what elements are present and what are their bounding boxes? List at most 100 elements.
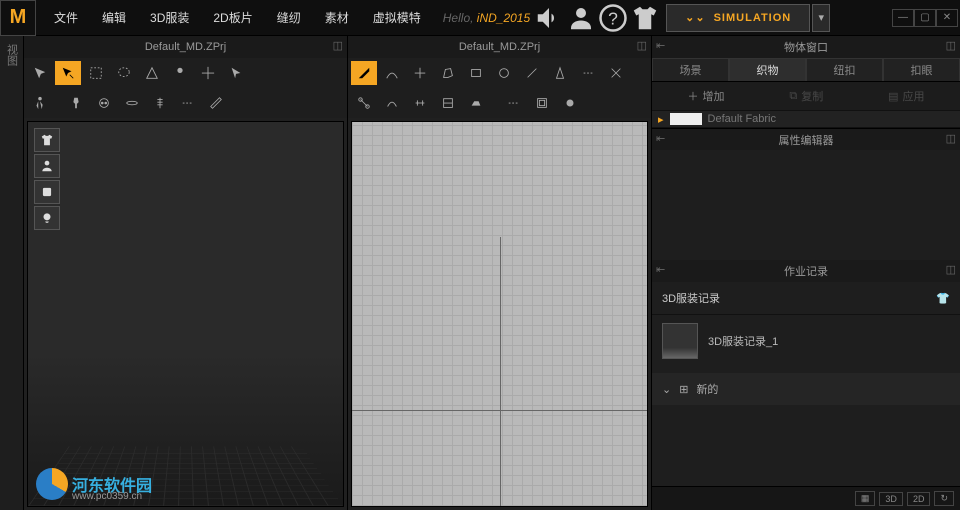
plus-box-icon: ⊞: [679, 383, 688, 396]
window-minimize[interactable]: —: [892, 9, 914, 27]
collapse-icon[interactable]: ⇤: [656, 39, 665, 52]
tab-fabric[interactable]: 织物: [729, 58, 806, 81]
tool2d-texture[interactable]: [557, 91, 583, 115]
tool2d-seam-allowance[interactable]: [529, 91, 555, 115]
tool2d-edit-curve[interactable]: [379, 61, 405, 85]
right-column: ⇤ 物体窗口 ◫ 场景 织物 纽扣 扣眼 ＋增加 ⧉复制 ▤应用 ▸ Defau…: [652, 36, 960, 510]
tool-select-arrow-down[interactable]: [27, 61, 53, 85]
tool2d-dart[interactable]: [547, 61, 573, 85]
panel-2d-header: Default_MD.ZPrj ◫: [348, 36, 651, 58]
tab-button[interactable]: 纽扣: [806, 58, 883, 81]
status-2d[interactable]: 2D: [907, 492, 931, 506]
panel-3d-header: Default_MD.ZPrj ◫: [24, 36, 347, 58]
menu-material[interactable]: 素材: [313, 0, 361, 36]
property-popout-icon[interactable]: ◫: [946, 132, 956, 145]
tool2d-iron[interactable]: [463, 91, 489, 115]
viewport-2d[interactable]: [351, 121, 648, 507]
work-log-title: 作业记录: [784, 263, 828, 279]
status-3d[interactable]: 3D: [879, 492, 903, 506]
sound-icon[interactable]: [534, 3, 564, 33]
apply-button[interactable]: ▤应用: [888, 88, 924, 104]
copy-button[interactable]: ⧉复制: [789, 88, 823, 104]
tool2d-separator: [491, 91, 499, 115]
tool-measure[interactable]: [203, 91, 229, 115]
simulation-button[interactable]: ⌄⌄ SIMULATION: [666, 4, 810, 32]
tab-buttonhole[interactable]: 扣眼: [883, 58, 960, 81]
tool-topstitch[interactable]: [175, 91, 201, 115]
show-head-icon[interactable]: [34, 206, 60, 230]
fabric-list-item[interactable]: ▸ Default Fabric: [652, 110, 960, 128]
menu-3d-garment[interactable]: 3D服装: [138, 0, 201, 36]
work-popout-icon[interactable]: ◫: [946, 263, 956, 276]
sidebar-strip: 视图: [0, 36, 24, 510]
property-editor-title: 属性编辑器: [779, 132, 834, 148]
tool2d-edit-sewing[interactable]: [407, 91, 433, 115]
tool2d-free-sewing[interactable]: [379, 91, 405, 115]
fabric-name: Default Fabric: [708, 113, 776, 125]
fabric-expand-icon[interactable]: ▸: [658, 113, 664, 126]
menu-avatar[interactable]: 虚拟模特: [361, 0, 433, 36]
tool2d-fold[interactable]: [435, 91, 461, 115]
chevron-down-icon: ⌄⌄: [685, 11, 705, 24]
status-refresh-icon[interactable]: ↻: [934, 491, 954, 506]
plus-icon: ＋: [687, 88, 698, 104]
object-window-popout-icon[interactable]: ◫: [946, 39, 956, 52]
menu-2d-pattern[interactable]: 2D板片: [201, 0, 264, 36]
property-collapse-icon[interactable]: ⇤: [656, 132, 665, 145]
shirt-icon[interactable]: [630, 3, 660, 33]
toolbar-3d-row2: [24, 88, 347, 118]
status-grid-icon[interactable]: ▦: [855, 491, 876, 506]
add-button[interactable]: ＋增加: [687, 88, 724, 104]
sidebar-tab-view[interactable]: 视图: [2, 36, 22, 74]
work-new-button[interactable]: ⌄ ⊞ 新的: [652, 373, 960, 405]
app-logo: M: [0, 0, 36, 36]
tool-pin[interactable]: [167, 61, 193, 85]
tool-buttonhole[interactable]: [119, 91, 145, 115]
panel-3d: Default_MD.ZPrj ◫: [24, 36, 348, 510]
show-avatar-icon[interactable]: [34, 154, 60, 178]
user-icon[interactable]: [566, 3, 596, 33]
tool-mesh-select[interactable]: [139, 61, 165, 85]
object-tabs: 场景 织物 纽扣 扣眼: [652, 58, 960, 82]
tool-arrow-cursor[interactable]: [223, 61, 249, 85]
tool2d-notch[interactable]: [603, 61, 629, 85]
tool-walk[interactable]: [27, 91, 53, 115]
help-icon[interactable]: ?: [598, 3, 628, 33]
simulation-dropdown[interactable]: ▾: [812, 4, 830, 32]
menu-file[interactable]: 文件: [42, 0, 90, 36]
viewport-3d[interactable]: 河东软件园 www.pc0359.cn: [27, 121, 344, 507]
hello-text: Hello, iND_2015: [443, 11, 530, 25]
object-window-header: ⇤ 物体窗口 ◫: [652, 36, 960, 58]
panel-2d-popout-icon[interactable]: ◫: [637, 39, 647, 52]
tab-scene[interactable]: 场景: [652, 58, 729, 81]
tool2d-segment-sewing[interactable]: [351, 91, 377, 115]
tool-select-move[interactable]: [55, 61, 81, 85]
tool2d-rectangle[interactable]: [463, 61, 489, 85]
work-collapse-icon[interactable]: ⇤: [656, 263, 665, 276]
tool-box-select[interactable]: [83, 61, 109, 85]
garment-icon[interactable]: 👕: [936, 292, 950, 305]
tool2d-add-point[interactable]: [407, 61, 433, 85]
work-log-item[interactable]: 3D服装记录_1: [652, 315, 960, 367]
tool2d-topstitch[interactable]: [501, 91, 527, 115]
tool2d-internal-line[interactable]: [519, 61, 545, 85]
tool-tack[interactable]: [63, 91, 89, 115]
tool2d-polygon[interactable]: [435, 61, 461, 85]
tool-move-gizmo[interactable]: [195, 61, 221, 85]
tool2d-edit-pattern[interactable]: [351, 61, 377, 85]
tool2d-circle[interactable]: [491, 61, 517, 85]
watermark-logo-icon: [36, 468, 68, 500]
toolbar-2d-row2: [348, 88, 651, 118]
tool2d-trace[interactable]: [575, 61, 601, 85]
show-garment-icon[interactable]: [34, 128, 60, 152]
fabric-swatch: [670, 113, 702, 125]
tool-button[interactable]: [91, 91, 117, 115]
tool-zipper[interactable]: [147, 91, 173, 115]
window-close[interactable]: ✕: [936, 9, 958, 27]
menu-sewing[interactable]: 缝纫: [265, 0, 313, 36]
tool-lasso[interactable]: [111, 61, 137, 85]
show-arrangement-icon[interactable]: [34, 180, 60, 204]
panel-3d-popout-icon[interactable]: ◫: [333, 39, 343, 52]
menu-edit[interactable]: 编辑: [90, 0, 138, 36]
window-maximize[interactable]: ▢: [914, 9, 936, 27]
